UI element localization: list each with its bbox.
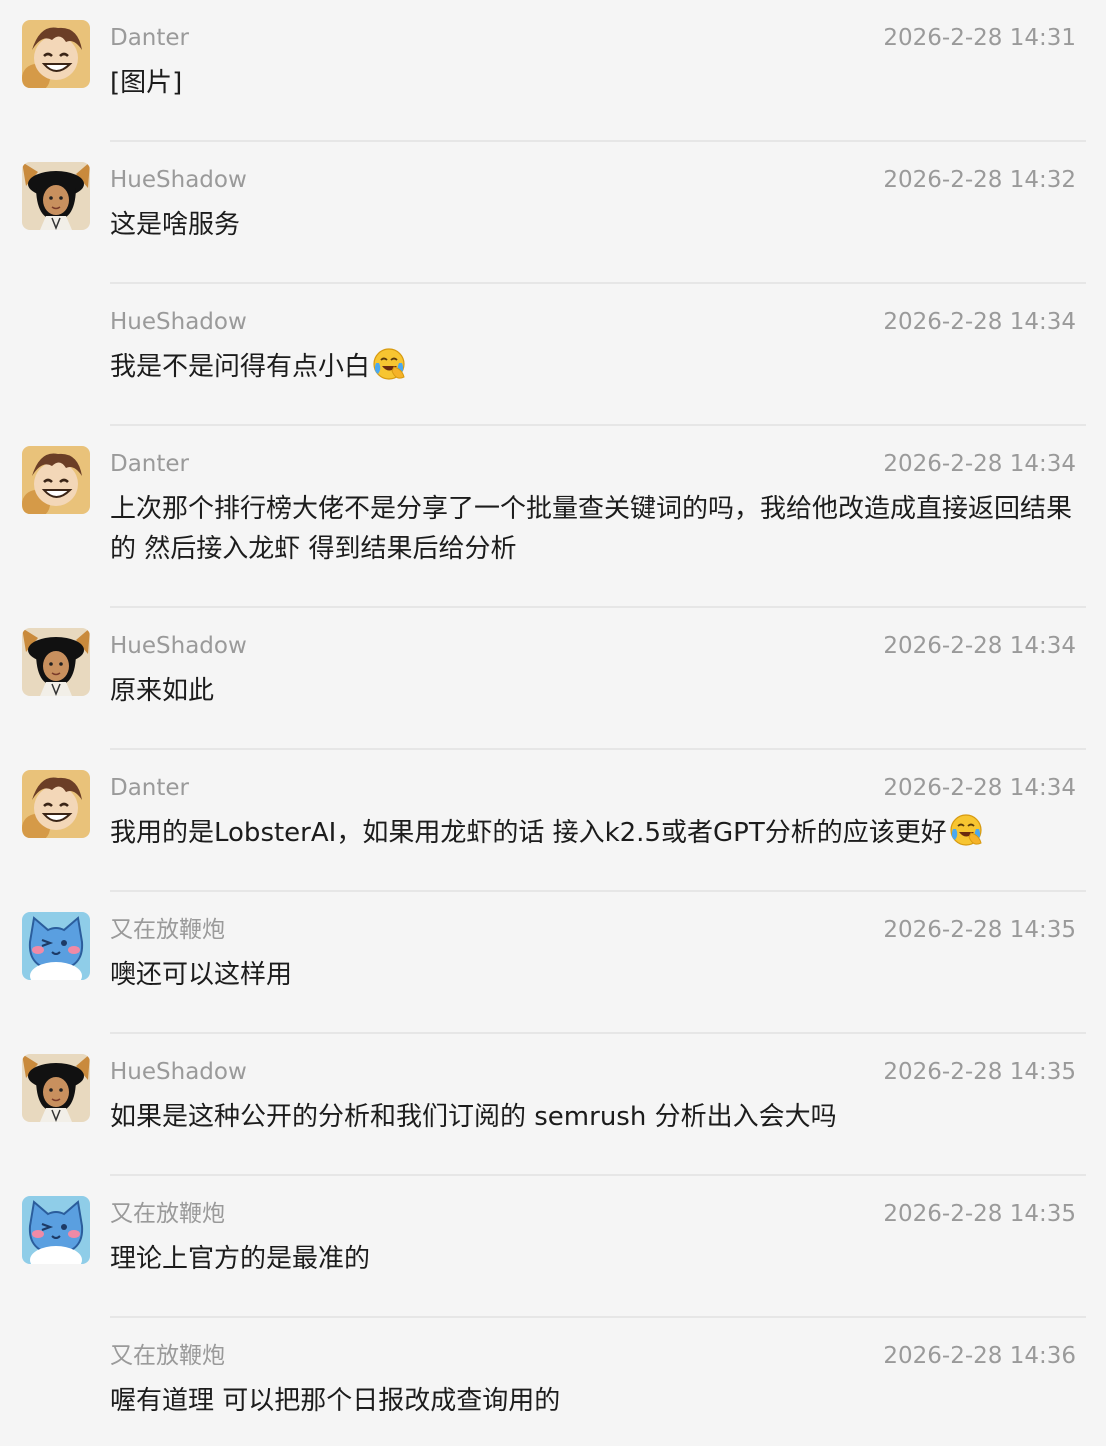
- message-text-content: [图片]: [110, 68, 183, 98]
- chat-message[interactable]: 又在放鞭炮 2026-2-28 14:35 噢还可以这样用: [0, 892, 1106, 1034]
- message-text[interactable]: 我是不是问得有点小白: [110, 347, 1076, 387]
- message-timestamp: 2026-2-28 14:34: [883, 451, 1076, 477]
- message-timestamp: 2026-2-28 14:35: [883, 1201, 1076, 1227]
- sender-name[interactable]: Danter: [110, 449, 189, 479]
- message-timestamp: 2026-2-28 14:35: [883, 917, 1076, 943]
- message-timestamp: 2026-2-28 14:34: [883, 775, 1076, 801]
- message-text[interactable]: 上次那个排行榜大佬不是分享了一个批量查关键词的吗，我给他改造成直接返回结果的 然…: [110, 489, 1076, 569]
- chat-message[interactable]: 又在放鞭炮 2026-2-28 14:36 喔有道理 可以把那个日报改成查询用的: [0, 1318, 1106, 1446]
- message-text[interactable]: 这是啥服务: [110, 205, 1076, 245]
- message-text-content: 理论上官方的是最准的: [110, 1244, 371, 1274]
- chat-message[interactable]: 又在放鞭炮 2026-2-28 14:35 理论上官方的是最准的: [0, 1176, 1106, 1318]
- hueshadow-avatar[interactable]: [22, 628, 90, 696]
- message-text[interactable]: 我用的是LobsterAI，如果用龙虾的话 接入k2.5或者GPT分析的应该更好: [110, 813, 1076, 853]
- laughing-crying-emoji-icon: [373, 348, 405, 380]
- chat-message[interactable]: HueShadow 2026-2-28 14:34 我是不是问得有点小白: [0, 284, 1106, 426]
- message-text[interactable]: 喔有道理 可以把那个日报改成查询用的: [110, 1381, 1076, 1421]
- blue-cat-avatar[interactable]: [22, 1196, 90, 1264]
- message-timestamp: 2026-2-28 14:31: [883, 25, 1076, 51]
- message-text-content: 我是不是问得有点小白: [110, 352, 371, 382]
- sender-name[interactable]: HueShadow: [110, 307, 247, 337]
- message-text[interactable]: 如果是这种公开的分析和我们订阅的 semrush 分析出入会大吗: [110, 1097, 1076, 1137]
- message-text-content: 我用的是LobsterAI，如果用龙虾的话 接入k2.5或者GPT分析的应该更好: [110, 818, 947, 848]
- message-text-content: 原来如此: [110, 676, 215, 706]
- message-text[interactable]: 原来如此: [110, 671, 1076, 711]
- message-text-content: 噢还可以这样用: [110, 960, 293, 990]
- message-timestamp: 2026-2-28 14:34: [883, 309, 1076, 335]
- chat-message[interactable]: Danter 2026-2-28 14:34 上次那个排行榜大佬不是分享了一个批…: [0, 426, 1106, 608]
- chat-message[interactable]: Danter 2026-2-28 14:34 我用的是LobsterAI，如果用…: [0, 750, 1106, 892]
- chat-message[interactable]: HueShadow 2026-2-28 14:32 这是啥服务: [0, 142, 1106, 284]
- sender-name[interactable]: HueShadow: [110, 1057, 247, 1087]
- message-text-content: 这是啥服务: [110, 210, 241, 240]
- blue-cat-avatar[interactable]: [22, 912, 90, 980]
- message-text[interactable]: [图片]: [110, 63, 1076, 103]
- laughing-crying-emoji-icon: [950, 814, 982, 846]
- hueshadow-avatar[interactable]: [22, 1054, 90, 1122]
- chat-message[interactable]: Danter 2026-2-28 14:31 [图片]: [0, 0, 1106, 142]
- message-text-content: 如果是这种公开的分析和我们订阅的 semrush 分析出入会大吗: [110, 1102, 837, 1132]
- sender-name[interactable]: 又在放鞭炮: [110, 1341, 225, 1371]
- chat-message[interactable]: HueShadow 2026-2-28 14:34 原来如此: [0, 608, 1106, 750]
- danter-avatar[interactable]: [22, 770, 90, 838]
- chat-message-list: Danter 2026-2-28 14:31 [图片] HueShadow 20…: [0, 0, 1106, 1446]
- message-timestamp: 2026-2-28 14:35: [883, 1059, 1076, 1085]
- message-timestamp: 2026-2-28 14:32: [883, 167, 1076, 193]
- message-timestamp: 2026-2-28 14:36: [883, 1343, 1076, 1369]
- sender-name[interactable]: 又在放鞭炮: [110, 1199, 225, 1229]
- message-text[interactable]: 噢还可以这样用: [110, 955, 1076, 995]
- danter-avatar[interactable]: [22, 446, 90, 514]
- sender-name[interactable]: HueShadow: [110, 631, 247, 661]
- danter-avatar[interactable]: [22, 20, 90, 88]
- hueshadow-avatar[interactable]: [22, 162, 90, 230]
- message-text-content: 喔有道理 可以把那个日报改成查询用的: [110, 1386, 561, 1416]
- message-timestamp: 2026-2-28 14:34: [883, 633, 1076, 659]
- chat-message[interactable]: HueShadow 2026-2-28 14:35 如果是这种公开的分析和我们订…: [0, 1034, 1106, 1176]
- message-text-content: 上次那个排行榜大佬不是分享了一个批量查关键词的吗，我给他改造成直接返回结果的 然…: [110, 494, 1073, 564]
- sender-name[interactable]: Danter: [110, 773, 189, 803]
- message-text[interactable]: 理论上官方的是最准的: [110, 1239, 1076, 1279]
- sender-name[interactable]: HueShadow: [110, 165, 247, 195]
- sender-name[interactable]: 又在放鞭炮: [110, 915, 225, 945]
- sender-name[interactable]: Danter: [110, 23, 189, 53]
